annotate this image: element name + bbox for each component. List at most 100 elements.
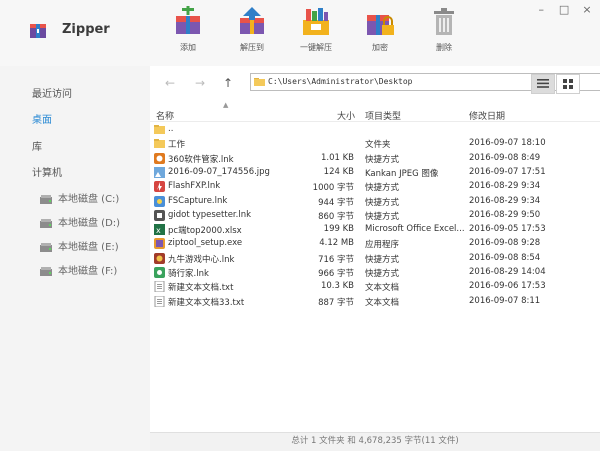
file-type: 快捷方式: [365, 183, 400, 194]
grid-view-icon: [563, 79, 573, 89]
file-name: 九牛游戏中心.lnk: [168, 254, 235, 265]
file-row[interactable]: x pc端top2000.xlsx 199 KB Microsoft Office E…: [150, 223, 600, 237]
header-divider: [150, 121, 600, 122]
file-type: Microsoft Office Excel...: [365, 224, 465, 235]
file-name: 新建文本文档.txt: [168, 283, 234, 294]
window-controls: – □ ×: [528, 4, 594, 16]
file-name: 2016-09-07_174556.jpg: [168, 166, 270, 177]
navigation-bar: ← → ↑ C:\Users\Administrator\Desktop ▼: [150, 66, 600, 102]
app-title: Zipper: [62, 22, 110, 37]
encrypt-icon: [367, 15, 394, 35]
hard-drive-icon: [40, 242, 52, 252]
status-bar: 总计 1 文件夹 和 4,678,235 字节(11 文件): [150, 432, 600, 451]
drive-label: 本地磁盘 (C:): [58, 194, 120, 205]
encrypt-button[interactable]: 加密: [358, 4, 402, 60]
sidebar-item-desktop[interactable]: 桌面: [32, 111, 52, 126]
arrow-up-icon: ↑: [222, 76, 234, 90]
file-row[interactable]: 骑行家.lnk 966 字节 快捷方式 2016-08-29 14:04: [150, 266, 600, 280]
file-row[interactable]: 360软件管家.lnk 1.01 KB 快捷方式 2016-09-08 8:49: [150, 152, 600, 166]
file-name: 360软件管家.lnk: [168, 154, 234, 165]
file-row[interactable]: FlashFXP.lnk 1000 字节 快捷方式 2016-08-29 9:34: [150, 180, 600, 194]
minimize-button[interactable]: –: [534, 4, 548, 16]
forward-button[interactable]: →: [192, 75, 208, 91]
fscapture-icon: [154, 195, 165, 207]
file-row[interactable]: 九牛游戏中心.lnk 716 字节 快捷方式 2016-09-08 8:54: [150, 252, 600, 266]
folder-icon: [154, 139, 165, 149]
file-row[interactable]: FSCapture.lnk 944 字节 快捷方式 2016-08-29 9:34: [150, 195, 600, 209]
sidebar-item-drive-c[interactable]: 本地磁盘 (C:): [40, 190, 119, 205]
maximize-button[interactable]: □: [557, 4, 571, 16]
add-button[interactable]: 添加: [166, 4, 210, 60]
one-click-extract-button[interactable]: 一键解压: [294, 4, 338, 60]
delete-icon: [434, 8, 454, 35]
extract-to-button[interactable]: 解压到: [230, 4, 274, 60]
status-text: 总计 1 文件夹 和 4,678,235 字节(11 文件): [291, 436, 459, 446]
add-archive-icon: [176, 6, 200, 34]
file-name: ziptool_setup.exe: [168, 238, 243, 249]
back-button[interactable]: ←: [162, 75, 178, 91]
file-name: pc端top2000.xlsx: [168, 226, 242, 237]
file-row[interactable]: 工作 文件夹 2016-09-07 18:10: [150, 137, 600, 151]
grid-view-button[interactable]: [556, 74, 580, 94]
up-button[interactable]: ↑: [220, 75, 236, 91]
file-row[interactable]: 2016-09-07_174556.jpg 124 KB Kankan JPEG 图…: [150, 166, 600, 180]
file-row[interactable]: ..: [150, 123, 600, 137]
file-name: gidot typesetter.lnk: [168, 209, 252, 220]
file-size: 199 KB: [323, 224, 354, 235]
file-row[interactable]: 新建文本文档33.txt 887 字节 文本文档 2016-09-07 8:11: [150, 295, 600, 309]
file-date: 2016-08-29 9:34: [469, 195, 541, 206]
file-size: 944 字节: [318, 197, 354, 208]
file-size: 4.12 MB: [319, 238, 354, 249]
sidebar-item-library[interactable]: 库: [32, 138, 42, 153]
close-button[interactable]: ×: [580, 4, 594, 16]
sidebar: 最近访问 桌面 库 计算机 本地磁盘 (C:) 本地磁盘 (D:) 本地磁盘 (…: [0, 66, 150, 450]
list-view-icon: [537, 79, 549, 88]
hard-drive-icon: [40, 218, 52, 228]
file-date: 2016-08-29 14:04: [469, 267, 546, 277]
file-row[interactable]: gidot typesetter.lnk 860 字节 快捷方式 2016-08-29…: [150, 209, 600, 223]
sidebar-item-drive-d[interactable]: 本地磁盘 (D:): [40, 214, 120, 229]
file-type: 文件夹: [365, 140, 391, 151]
file-date: 2016-09-08 8:49: [469, 152, 541, 163]
arrow-right-icon: →: [194, 76, 206, 90]
address-path: C:\Users\Administrator\Desktop: [268, 77, 413, 86]
file-date: 2016-09-05 17:53: [469, 224, 546, 235]
drive-label: 本地磁盘 (D:): [58, 218, 121, 229]
file-type: 应用程序: [365, 240, 400, 251]
file-size: 966 字节: [318, 269, 354, 279]
file-size: 124 KB: [323, 166, 354, 177]
file-row[interactable]: ziptool_setup.exe 4.12 MB 应用程序 2016-09-08 9…: [150, 237, 600, 251]
game-center-icon: [154, 252, 165, 264]
flashfxp-icon: [154, 181, 165, 193]
file-date: 2016-08-29 9:50: [469, 209, 541, 220]
file-date: 2016-09-08 8:54: [469, 252, 541, 263]
sidebar-item-drive-f[interactable]: 本地磁盘 (F:): [40, 262, 117, 277]
file-size: 10.3 KB: [320, 281, 354, 292]
file-date: 2016-09-07 17:51: [469, 166, 546, 177]
delete-button[interactable]: 删除: [422, 4, 466, 60]
file-name: FSCapture.lnk: [168, 195, 228, 206]
text-file-icon: [154, 295, 165, 307]
hard-drive-icon: [40, 266, 52, 276]
svg-text:x: x: [156, 226, 161, 235]
file-name: 新建文本文档33.txt: [168, 297, 245, 308]
extract-to-label: 解压到: [240, 43, 264, 52]
sidebar-item-recent[interactable]: 最近访问: [32, 85, 72, 100]
file-date: 2016-09-07 18:10: [469, 138, 546, 149]
encrypt-label: 加密: [372, 43, 388, 52]
add-button-label: 添加: [180, 43, 196, 52]
file-type: 快捷方式: [365, 254, 400, 265]
file-row[interactable]: 新建文本文档.txt 10.3 KB 文本文档 2016-09-06 17:53: [150, 280, 600, 294]
excel-file-icon: x: [154, 224, 165, 236]
shortcut-360-icon: [154, 152, 165, 164]
typesetter-icon: [154, 209, 165, 221]
one-click-extract-label: 一键解压: [300, 43, 332, 52]
file-size: 860 字节: [318, 211, 354, 222]
folder-up-icon: [154, 125, 165, 134]
arrow-left-icon: ←: [164, 76, 176, 90]
sidebar-item-computer[interactable]: 计算机: [32, 164, 62, 179]
file-type: 快捷方式: [365, 269, 400, 279]
file-date: 2016-08-29 9:34: [469, 181, 541, 192]
sidebar-item-drive-e[interactable]: 本地磁盘 (E:): [40, 238, 119, 253]
list-view-button[interactable]: [531, 74, 555, 94]
